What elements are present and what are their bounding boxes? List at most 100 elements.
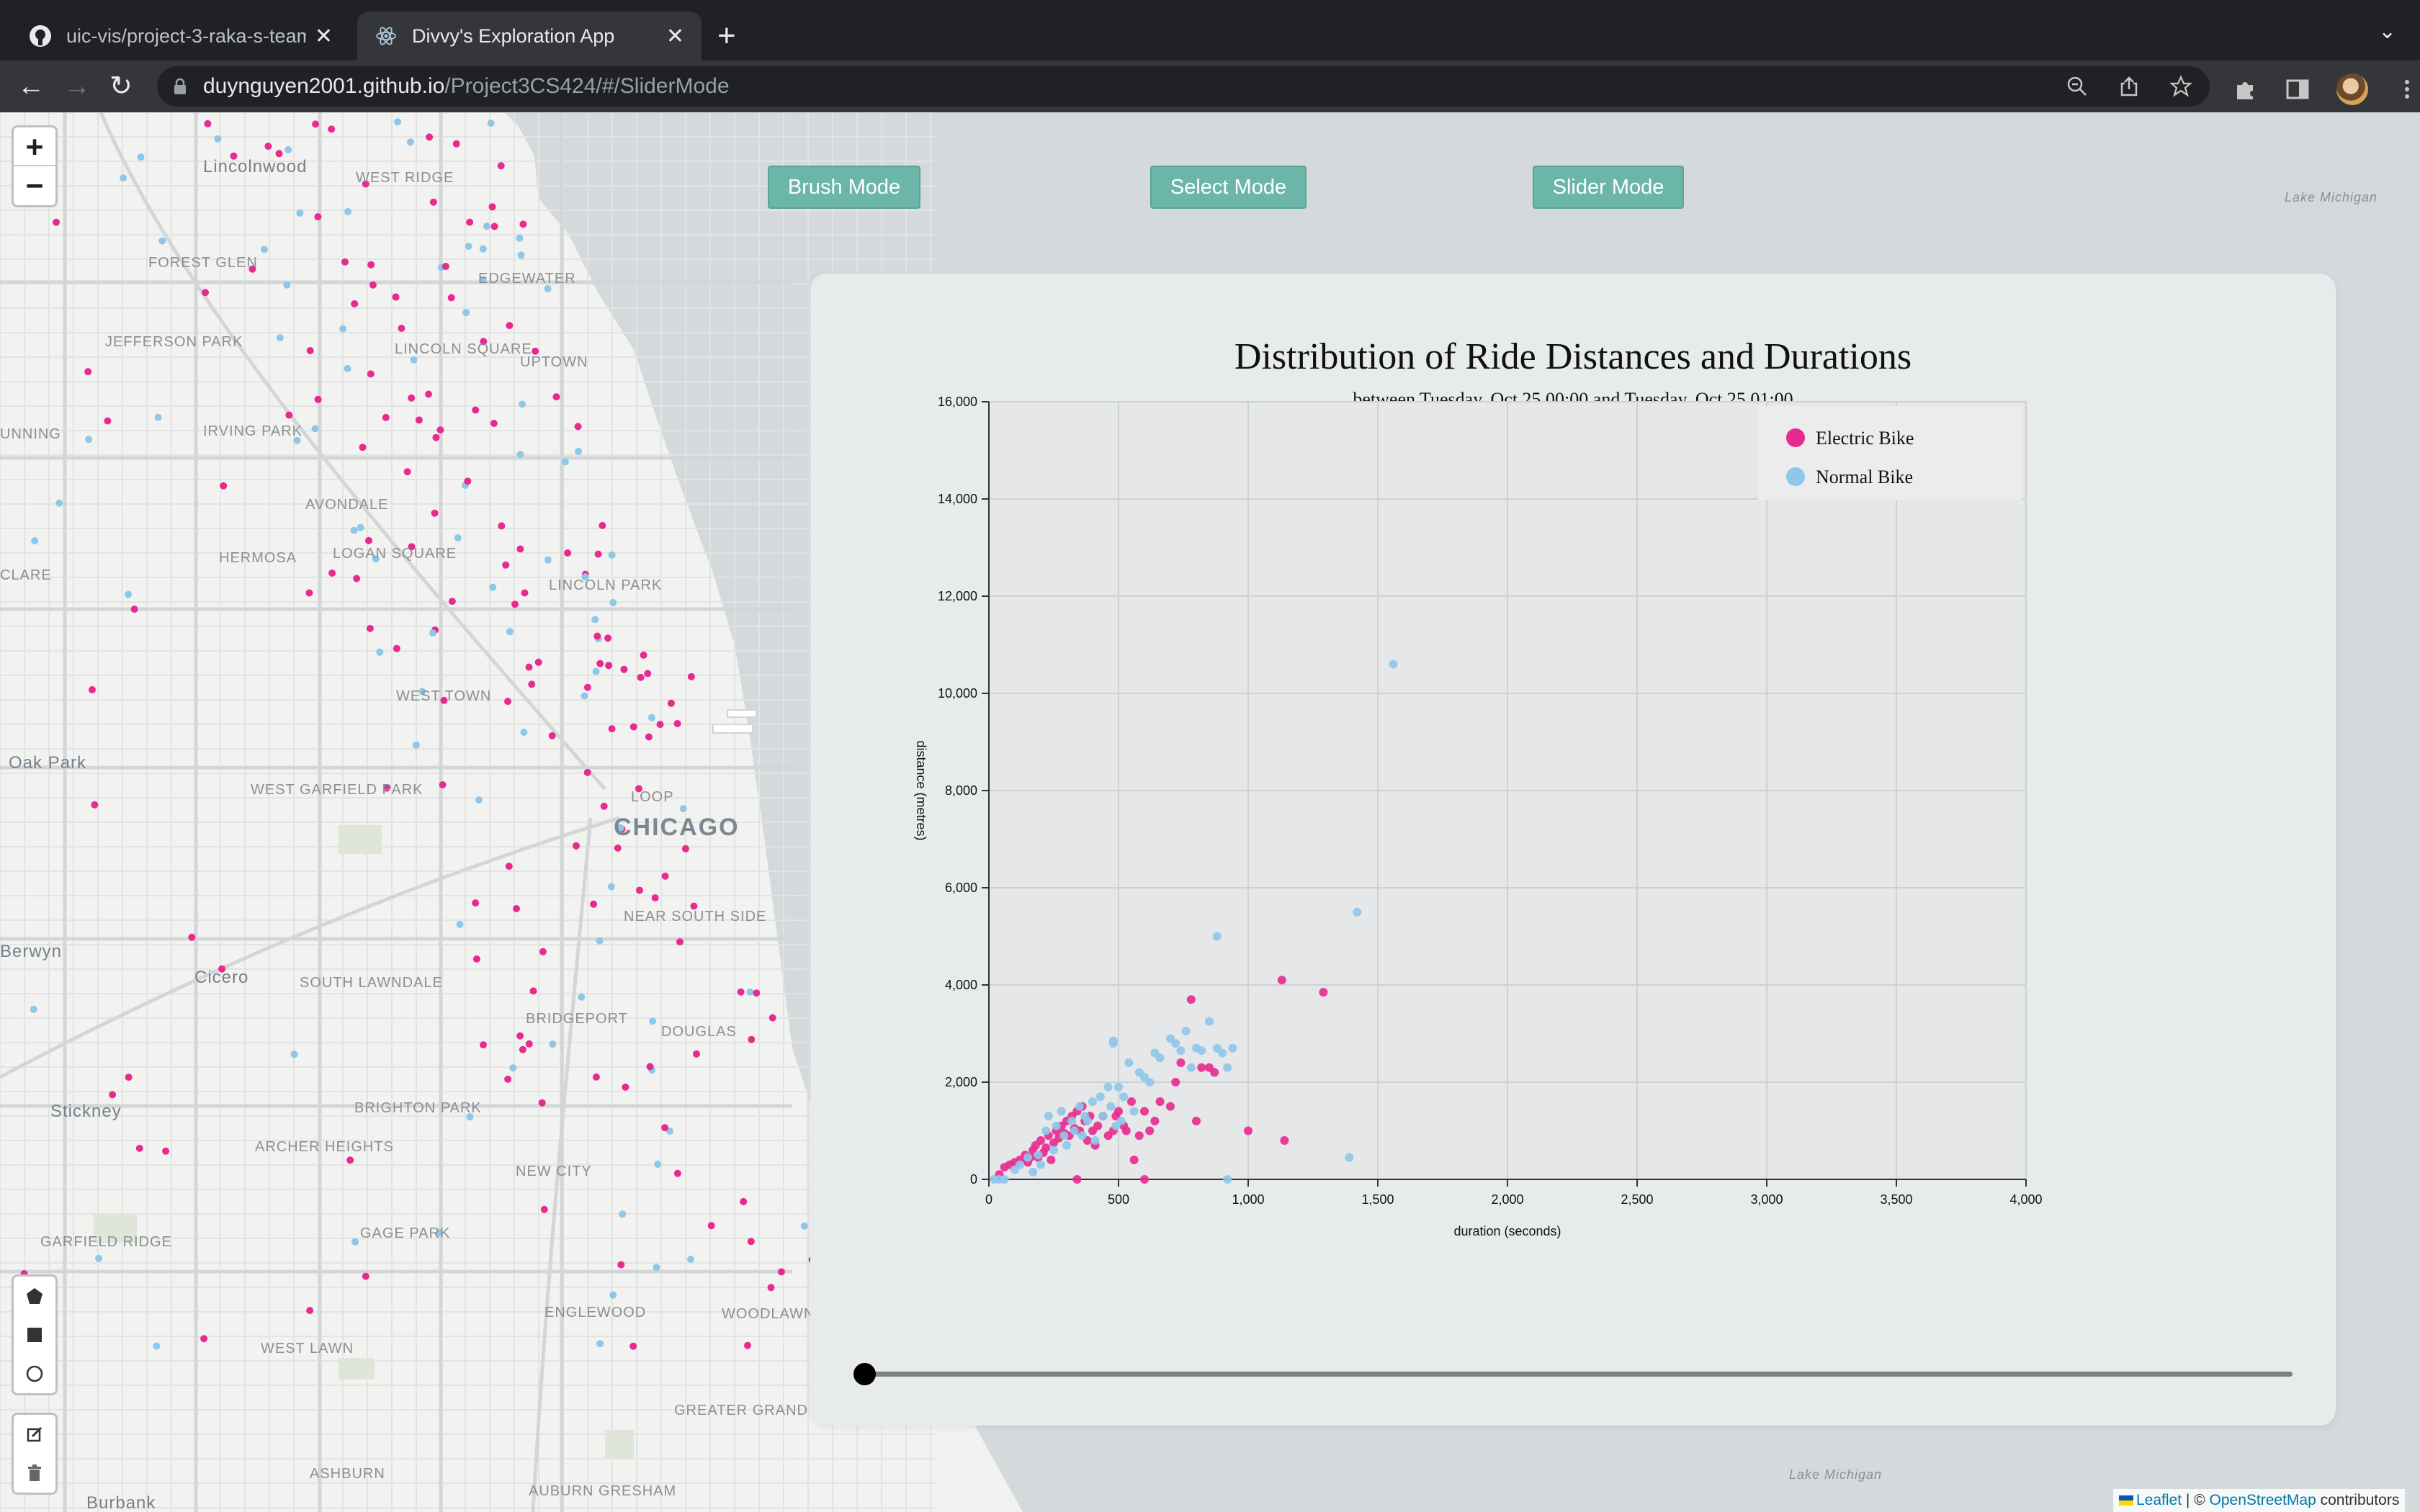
zoom-control: + − bbox=[12, 125, 58, 207]
tab-search-chevron-icon[interactable]: ⌄ bbox=[2378, 19, 2396, 44]
y-tick-label: 4,000 bbox=[945, 978, 977, 992]
close-tab-icon[interactable]: ✕ bbox=[315, 24, 333, 49]
bookmark-star-icon[interactable] bbox=[2169, 75, 2192, 98]
trip-station-dot bbox=[306, 347, 314, 354]
chart-legend: Electric Bike Normal Bike bbox=[1758, 406, 2022, 500]
zoom-icon[interactable] bbox=[2066, 75, 2089, 98]
zoom-in-button[interactable]: + bbox=[14, 127, 55, 166]
place-label: WOODLAWN bbox=[722, 1306, 815, 1322]
trip-station-dot bbox=[777, 1268, 785, 1276]
trip-station-dot bbox=[636, 886, 643, 894]
data-point bbox=[1103, 1082, 1113, 1092]
trip-station-dot bbox=[346, 1156, 354, 1164]
draw-polygon-button[interactable] bbox=[14, 1277, 55, 1315]
place-label: ARCHER HEIGHTS bbox=[255, 1139, 394, 1155]
data-point bbox=[1192, 1117, 1201, 1125]
legend-label: Electric Bike bbox=[1816, 428, 1914, 449]
browser-tab-strip: uic-vis/project-3-raka-s-team ✕ Divvy's … bbox=[0, 0, 2420, 60]
browser-tab-active[interactable]: Divvy's Exploration App ✕ bbox=[357, 12, 702, 60]
trip-station-dot bbox=[284, 146, 292, 153]
data-point bbox=[1176, 1058, 1186, 1067]
edit-icon bbox=[27, 1426, 42, 1442]
trip-station-dot bbox=[608, 551, 616, 559]
place-label: Cicero bbox=[194, 968, 249, 987]
trip-station-dot bbox=[439, 781, 447, 788]
trip-station-dot bbox=[519, 220, 527, 228]
trip-station-dot bbox=[341, 258, 349, 266]
back-arrow-icon[interactable]: ← bbox=[17, 71, 45, 102]
data-point bbox=[1059, 1131, 1069, 1140]
trip-station-dot bbox=[442, 263, 449, 270]
openstreetmap-link[interactable]: OpenStreetMap bbox=[2210, 1492, 2316, 1508]
trip-station-dot bbox=[497, 162, 505, 170]
trip-station-dot bbox=[575, 447, 582, 455]
trip-station-dot bbox=[504, 1075, 512, 1083]
extensions-puzzle-icon[interactable] bbox=[2233, 76, 2259, 102]
trip-station-dot bbox=[367, 370, 375, 378]
trip-station-dot bbox=[328, 125, 336, 133]
zoom-out-button[interactable]: − bbox=[14, 166, 55, 205]
place-label: IRVING PARK bbox=[203, 423, 303, 439]
trip-station-dot bbox=[619, 1210, 627, 1218]
share-icon[interactable] bbox=[2118, 75, 2141, 98]
trip-station-dot bbox=[125, 1074, 133, 1081]
trip-station-dot bbox=[137, 153, 145, 161]
trip-station-dot bbox=[475, 796, 483, 804]
attribution-separator: | © bbox=[2182, 1492, 2210, 1508]
place-label: UPTOWN bbox=[520, 354, 588, 370]
data-point bbox=[1075, 1102, 1084, 1111]
trip-station-dot bbox=[489, 583, 497, 591]
x-tick-label: 2,000 bbox=[1491, 1192, 1523, 1207]
more-menu-icon[interactable] bbox=[2394, 76, 2420, 102]
place-label: Lincolnwood bbox=[203, 157, 308, 176]
trip-station-dot bbox=[647, 714, 655, 721]
trip-station-dot bbox=[456, 920, 464, 928]
forward-arrow-icon[interactable]: → bbox=[63, 71, 91, 102]
square-icon bbox=[27, 1328, 42, 1342]
trip-station-dot bbox=[344, 207, 351, 215]
data-point bbox=[1036, 1136, 1045, 1145]
trip-station-dot bbox=[539, 948, 547, 955]
trip-station-dot bbox=[525, 663, 533, 671]
select-mode-button[interactable]: Select Mode bbox=[1150, 166, 1307, 209]
trip-station-dot bbox=[644, 670, 652, 678]
trip-station-dot bbox=[393, 644, 400, 652]
trip-station-dot bbox=[285, 411, 293, 419]
new-tab-button[interactable]: + bbox=[717, 16, 736, 56]
reload-icon[interactable]: ↻ bbox=[109, 71, 133, 102]
side-panel-icon[interactable] bbox=[2285, 76, 2311, 102]
time-slider-handle[interactable] bbox=[853, 1363, 876, 1385]
edit-layers-button[interactable] bbox=[14, 1415, 55, 1454]
trip-station-dot bbox=[202, 289, 209, 297]
brush-mode-button[interactable]: Brush Mode bbox=[768, 166, 920, 209]
delete-layers-button[interactable] bbox=[14, 1454, 55, 1493]
place-label: NEAR SOUTH SIDE bbox=[624, 909, 767, 924]
trip-station-dot bbox=[412, 741, 420, 749]
trip-station-dot bbox=[552, 393, 560, 401]
trip-station-dot bbox=[480, 1041, 487, 1049]
data-point bbox=[1212, 932, 1222, 941]
data-point bbox=[1277, 976, 1286, 985]
leaflet-link[interactable]: Leaflet bbox=[2136, 1492, 2182, 1508]
trip-station-dot bbox=[681, 845, 689, 852]
draw-rectangle-button[interactable] bbox=[14, 1315, 55, 1354]
trip-station-dot bbox=[504, 698, 511, 706]
profile-avatar[interactable] bbox=[2336, 73, 2368, 105]
scatter-chart: 0 500 1,000 1,500 2,000 2,500 3,000 3,500 4,000 0… bbox=[914, 395, 2043, 1238]
trip-station-dot bbox=[513, 905, 520, 912]
browser-tab-github[interactable]: uic-vis/project-3-raka-s-team ✕ bbox=[12, 12, 350, 60]
trip-station-dot bbox=[747, 1238, 755, 1246]
slider-mode-button[interactable]: Slider Mode bbox=[1533, 166, 1684, 209]
trip-station-dot bbox=[617, 1261, 625, 1269]
draw-circle-button[interactable] bbox=[14, 1354, 55, 1393]
time-slider-track[interactable] bbox=[864, 1372, 2293, 1377]
trip-station-dot bbox=[609, 598, 617, 606]
address-bar[interactable]: duynguyen2001.github.io/Project3CS424/#/… bbox=[157, 66, 2210, 107]
github-icon bbox=[30, 25, 51, 47]
data-point bbox=[1108, 1036, 1118, 1045]
data-point bbox=[1280, 1136, 1289, 1145]
place-label: EDGEWATER bbox=[478, 271, 576, 287]
close-tab-icon[interactable]: ✕ bbox=[666, 24, 684, 49]
trip-station-dot bbox=[487, 120, 495, 127]
trip-station-dot bbox=[596, 1340, 604, 1348]
